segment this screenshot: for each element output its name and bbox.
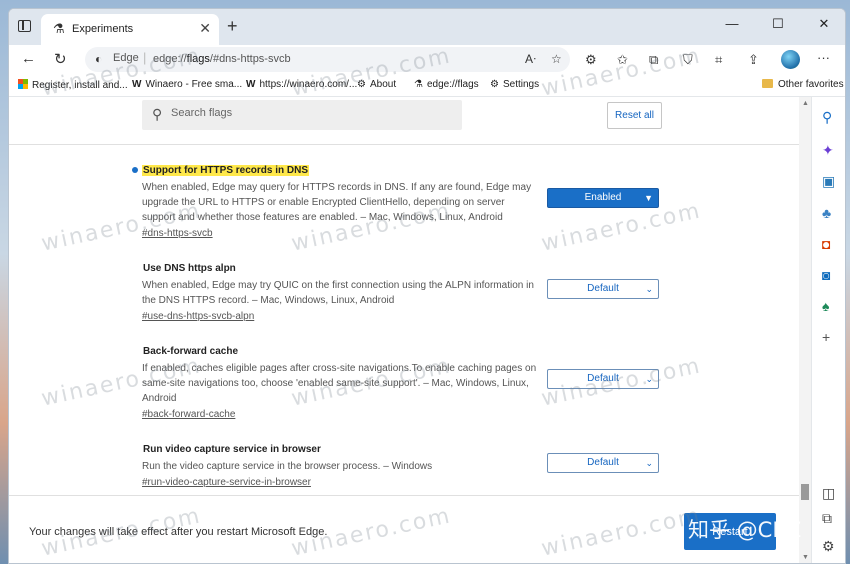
close-tab-icon[interactable]: ✕	[199, 20, 211, 37]
vertical-scrollbar[interactable]: ▲ ▼	[799, 97, 811, 563]
flag-select-dns-https-svcb[interactable]: Enabled ▼	[547, 188, 659, 208]
flag-link[interactable]: #use-dns-https-svcb-alpn	[142, 311, 254, 322]
address-toolbar: ← ↻ ◐ Edge | edge://flags/#dns-https-svc…	[9, 45, 845, 75]
search-icon: ⚲	[152, 106, 163, 122]
site-name: Edge	[113, 52, 139, 64]
flag-link[interactable]: #run-video-capture-service-in-browser	[142, 477, 311, 488]
add-icon[interactable]: +	[822, 329, 830, 345]
favorites-icon[interactable]: ✩	[617, 52, 628, 68]
tree-icon[interactable]: ♠	[822, 298, 829, 314]
browser-window: ⚗ Experiments ✕ + — ☐ ✕ ← ↻ ◐ Edge | edg…	[8, 8, 846, 564]
flag-description: If enabled, caches eligible pages after …	[142, 363, 537, 404]
flag-title: Run video capture service in browser	[143, 444, 321, 455]
search-input[interactable]	[171, 107, 451, 119]
flag-select-back-forward-cache[interactable]: Default ⌄	[547, 369, 659, 389]
chevron-down-icon: ⌄	[645, 374, 653, 384]
flag-description: Run the video capture service in the bro…	[142, 461, 433, 472]
favorite-edge-flags[interactable]: ⚗ edge://flags	[414, 79, 479, 90]
collections-icon[interactable]: ⧉	[649, 52, 658, 68]
tab-actions-icon[interactable]	[18, 20, 31, 32]
scroll-thumb[interactable]	[801, 484, 809, 500]
flask-icon: ⚗	[53, 21, 65, 36]
flag-description: When enabled, Edge may query for HTTPS r…	[142, 182, 532, 223]
favorite-winaero-url[interactable]: Whttps://winaero.com/...	[246, 79, 357, 90]
browser-essentials-icon[interactable]: ⛉	[683, 52, 693, 68]
restart-button[interactable]: Restart	[684, 513, 776, 550]
flag-link[interactable]: #back-forward-cache	[142, 409, 235, 420]
flag-select-use-dns-https-svcb-alpn[interactable]: Default ⌄	[547, 279, 659, 299]
flag-link[interactable]: #dns-https-svcb	[142, 228, 213, 239]
external-link-icon[interactable]: ⧉	[822, 510, 832, 527]
web-capture-icon[interactable]: ⌗	[715, 52, 722, 68]
flag-select-run-video-capture-service[interactable]: Default ⌄	[547, 453, 659, 473]
settings-more-button[interactable]: ···	[817, 50, 830, 65]
chevron-down-icon: ⌄	[645, 458, 653, 468]
share-icon[interactable]: ⇪	[748, 52, 759, 68]
games-icon[interactable]: ♣	[822, 205, 831, 221]
read-aloud-icon[interactable]: Aᐧ	[525, 52, 536, 66]
folder-icon	[762, 79, 773, 88]
url-separator: |	[143, 50, 147, 65]
search-header: ⚲ Reset all	[9, 97, 799, 145]
favorite-register[interactable]: Register, install and...	[18, 79, 128, 91]
flag-title: Support for HTTPS records in DNS	[142, 165, 310, 176]
restart-footer: Your changes will take effect after you …	[9, 495, 799, 563]
scroll-down-arrow[interactable]: ▼	[802, 554, 809, 561]
gear-icon[interactable]: ⚙	[822, 538, 835, 555]
favorite-about[interactable]: ⚙ About	[357, 79, 396, 90]
favorite-winaero-free[interactable]: W Winaero - Free sma...	[132, 79, 242, 90]
edge-sidebar: ⚲ ✦ ▣ ♣ ◘ ◙ ♠ + ◫ ⧉ ⚙	[811, 97, 845, 563]
flag-title: Back-forward cache	[143, 346, 239, 357]
favorites-bar: Register, install and... W Winaero - Free…	[9, 75, 845, 97]
gear-icon: ⚙	[357, 79, 366, 90]
refresh-button[interactable]: ↻	[54, 50, 67, 68]
outlook-icon[interactable]: ◙	[822, 267, 830, 283]
shopping-icon[interactable]: ▣	[822, 173, 835, 190]
minimize-button[interactable]: —	[709, 9, 755, 41]
edge-icon: ◐	[95, 52, 103, 66]
profile-avatar[interactable]	[781, 50, 800, 69]
flags-list: Support for HTTPS records in DNS When en…	[9, 145, 799, 495]
w-icon: W	[246, 79, 256, 90]
modified-indicator	[132, 167, 138, 173]
copilot-icon[interactable]: ✦	[822, 142, 834, 159]
extensions-icon[interactable]: ⚙	[585, 52, 597, 68]
window-controls: — ☐ ✕	[709, 9, 845, 41]
w-icon: W	[132, 79, 142, 90]
search-box[interactable]: ⚲	[142, 100, 462, 130]
favorite-settings[interactable]: ⚙ Settings	[490, 79, 539, 90]
maximize-button[interactable]: ☐	[755, 9, 801, 41]
back-button[interactable]: ←	[21, 50, 36, 67]
restart-message: Your changes will take effect after you …	[29, 526, 328, 538]
other-favorites[interactable]: Other favorites	[762, 79, 844, 90]
address-bar[interactable]: ◐ Edge | edge://flags/#dns-https-svcb Aᐧ…	[85, 47, 570, 72]
gear-icon: ⚙	[490, 79, 499, 90]
tab-title: Experiments	[72, 23, 134, 35]
tab-strip: ⚗ Experiments ✕ + — ☐ ✕	[9, 9, 845, 45]
flags-page: ⚲ Reset all Support for HTTPS records in…	[9, 97, 799, 563]
sidebar-panel-icon[interactable]: ◫	[822, 485, 835, 502]
flag-description: When enabled, Edge may try QUIC on the f…	[142, 280, 534, 306]
search-icon[interactable]: ⚲	[822, 109, 832, 126]
microsoft-icon	[18, 79, 28, 89]
url-text[interactable]: edge://flags/#dns-https-svcb	[153, 53, 291, 65]
chevron-down-icon: ⌄	[645, 284, 653, 294]
office-icon[interactable]: ◘	[822, 236, 830, 252]
scroll-up-arrow[interactable]: ▲	[802, 100, 809, 107]
flask-icon: ⚗	[414, 79, 423, 90]
close-window-button[interactable]: ✕	[801, 9, 845, 41]
chevron-down-icon: ▼	[644, 193, 653, 203]
new-tab-button[interactable]: +	[227, 16, 238, 37]
reset-all-button[interactable]: Reset all	[607, 102, 662, 129]
tab-experiments[interactable]: ⚗ Experiments ✕	[41, 14, 219, 45]
add-favorite-icon[interactable]: ☆	[551, 52, 562, 66]
flag-title: Use DNS https alpn	[143, 263, 236, 274]
